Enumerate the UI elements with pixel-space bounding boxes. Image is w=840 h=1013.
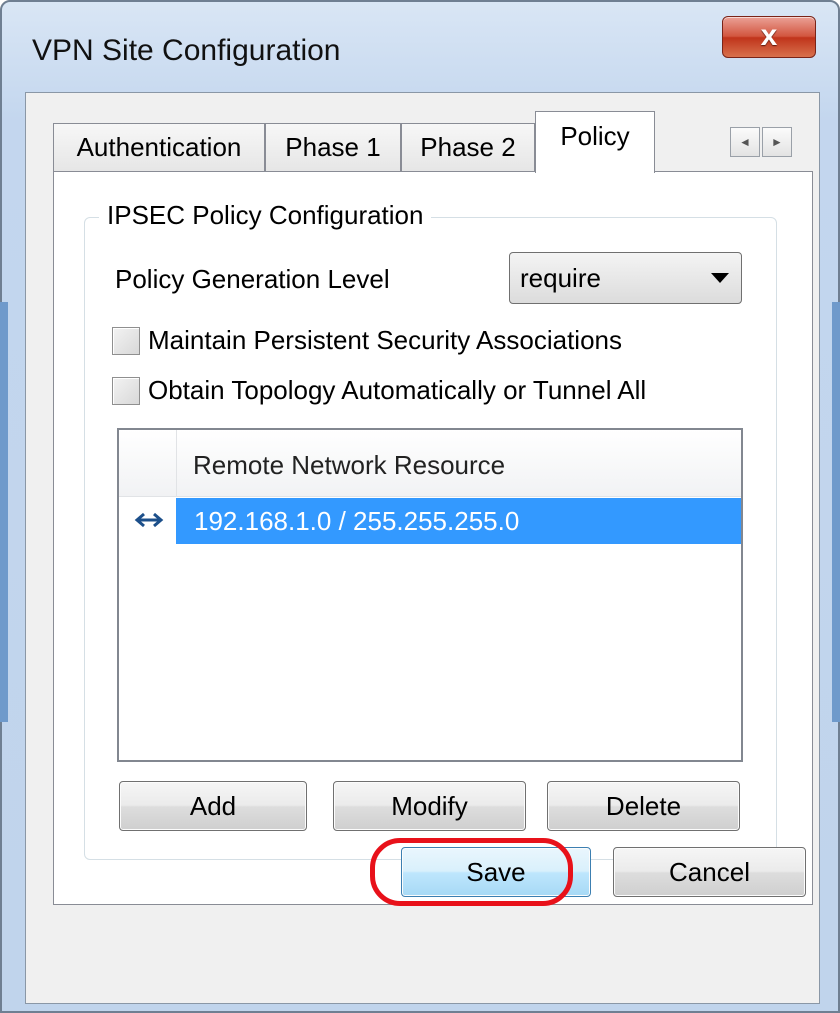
close-icon: x [760, 19, 778, 52]
tab-policy[interactable]: Policy [535, 111, 655, 173]
scroll-right-icon[interactable]: ► [762, 127, 792, 157]
column-header-remote-network[interactable]: Remote Network Resource [193, 450, 505, 481]
list-header-gutter [119, 430, 177, 496]
save-highlight-ring [370, 838, 573, 906]
tab-label: Authentication [76, 132, 242, 162]
window-title: VPN Site Configuration [32, 34, 341, 67]
persistent-sa-checkbox[interactable] [112, 326, 140, 355]
list-item[interactable]: 192.168.1.0 / 255.255.255.0 [119, 498, 741, 544]
tab-label: Phase 2 [420, 132, 516, 162]
tab-authentication[interactable]: Authentication [53, 123, 265, 171]
obtain-topology-label: Obtain Topology Automatically or Tunnel … [148, 375, 647, 405]
policy-level-select[interactable]: require [509, 252, 742, 304]
tab-label: Phase 1 [285, 132, 381, 162]
policy-level-value: require [520, 263, 601, 293]
tab-scroll-buttons: ◄ ► [730, 127, 792, 157]
remote-network-value: 192.168.1.0 / 255.255.255.0 [176, 498, 741, 544]
chevron-down-icon [711, 273, 729, 283]
persistent-sa-option[interactable]: Maintain Persistent Security Association… [112, 325, 622, 356]
ipsec-policy-group: IPSEC Policy Configuration Policy Genera… [84, 200, 777, 860]
scroll-left-icon[interactable]: ◄ [730, 127, 760, 157]
close-button[interactable]: x [722, 16, 816, 58]
tab-phase-2[interactable]: Phase 2 [401, 123, 535, 171]
cancel-button[interactable]: Cancel [613, 847, 806, 897]
bidirectional-arrow-icon [134, 512, 164, 528]
modify-button[interactable]: Modify [333, 781, 526, 831]
persistent-sa-label: Maintain Persistent Security Association… [148, 325, 622, 355]
obtain-topology-checkbox[interactable] [112, 376, 140, 405]
policy-level-label: Policy Generation Level [115, 264, 390, 294]
tab-phase-1[interactable]: Phase 1 [265, 123, 401, 171]
delete-button[interactable]: Delete [547, 781, 740, 831]
remote-network-list[interactable]: Remote Network Resource 192.168.1.0 / 25… [117, 428, 743, 762]
tab-label: Policy [560, 121, 630, 151]
obtain-topology-option[interactable]: Obtain Topology Automatically or Tunnel … [112, 375, 646, 406]
add-button[interactable]: Add [119, 781, 307, 831]
tab-panel-policy: IPSEC Policy Configuration Policy Genera… [53, 171, 813, 905]
list-header: Remote Network Resource [119, 430, 741, 497]
group-legend: IPSEC Policy Configuration [99, 200, 432, 231]
